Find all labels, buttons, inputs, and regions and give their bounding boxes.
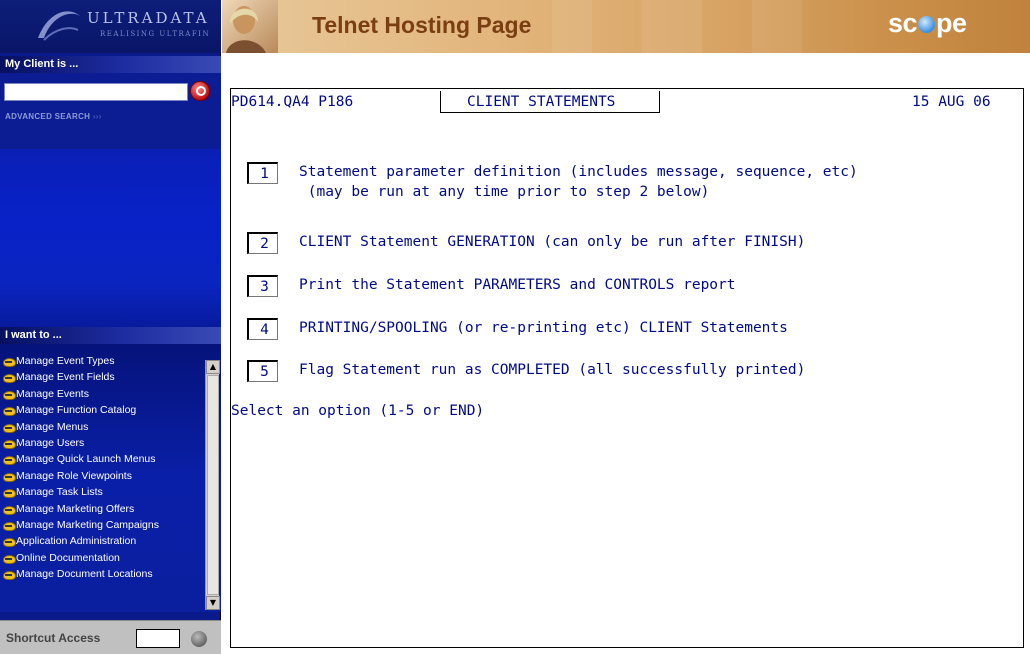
page-header: Telnet Hosting Page sc pe [222, 0, 1030, 53]
task-menu-item-label: Manage Events [16, 387, 89, 400]
logo-tagline: REALISING ULTRAFIN [100, 30, 211, 38]
hardhat-icon [2, 373, 16, 384]
option-text: Flag Statement run as COMPLETED (all suc… [299, 362, 806, 378]
task-menu-item-label: Manage Document Locations [16, 568, 153, 581]
option-key-box[interactable]: 4 [247, 318, 278, 340]
task-menu-item[interactable]: Online Documentation [2, 551, 204, 564]
task-menu-item-label: Application Administration [16, 535, 137, 548]
screen-title: CLIENT STATEMENTS [467, 94, 616, 110]
sidebar-spacer [0, 149, 221, 327]
client-search-input[interactable] [4, 83, 188, 101]
option-text: CLIENT Statement GENERATION (can only be… [299, 234, 806, 250]
option-number: 3 [260, 279, 269, 295]
globe-icon [918, 16, 936, 33]
scope-logo: sc pe [888, 8, 967, 39]
logo-brand-text: ULTRADATA [87, 9, 210, 27]
task-menu-item[interactable]: Manage Events [2, 387, 204, 400]
task-menu-item[interactable]: Manage Document Locations [2, 568, 204, 581]
task-menu-item-label: Manage Role Viewpoints [16, 469, 132, 482]
hardhat-icon [2, 521, 16, 531]
scope-logo-suffix: pe [936, 8, 967, 38]
option-number: 1 [260, 166, 269, 182]
shortcut-access-label: Shortcut Access [6, 631, 101, 645]
task-menu-item[interactable]: Application Administration [2, 535, 204, 548]
option-prompt: Select an option (1-5 or END) [231, 403, 485, 419]
hardhat-icon [2, 439, 16, 449]
task-menu-item[interactable]: Manage Function Catalog [2, 404, 204, 417]
task-menu-item-label: Manage Menus [16, 420, 89, 433]
task-menu-item-label: Manage Function Catalog [16, 404, 137, 417]
option-text: Statement parameter definition (includes… [299, 164, 858, 180]
scroll-thumb[interactable] [207, 375, 219, 595]
hardhat-icon [2, 537, 16, 548]
header-band [642, 0, 702, 53]
hardhat-icon [2, 488, 16, 499]
task-menu-panel: Manage Event Types Manage Event Fields Man… [0, 344, 221, 612]
hardhat-icon [2, 390, 16, 400]
task-menu-item-label: Manage Users [16, 436, 85, 449]
client-search-panel: ADVANCED SEARCH ››› [0, 73, 221, 149]
task-menu-item-label: Manage Event Fields [16, 371, 115, 384]
option-key-box[interactable]: 2 [247, 232, 278, 254]
task-menu-item[interactable]: Manage Marketing Offers [2, 502, 204, 515]
advanced-search-link[interactable]: ADVANCED SEARCH ››› [5, 112, 102, 121]
scroll-down-arrow-icon[interactable]: ▼ [206, 596, 220, 610]
option-number: 5 [260, 364, 269, 380]
shortcut-access-bar: Shortcut Access [0, 620, 221, 654]
hardhat-icon [2, 455, 16, 466]
hardhat-icon [2, 423, 16, 433]
shortcut-access-input[interactable] [136, 629, 180, 648]
hardhat-icon [2, 570, 16, 581]
advanced-search-label: ADVANCED SEARCH [5, 112, 91, 121]
portrait-illustration [226, 6, 266, 53]
scope-logo-prefix: sc [888, 8, 918, 38]
task-menu-item-label: Manage Event Types [16, 355, 115, 367]
option-key-box[interactable]: 5 [247, 360, 278, 382]
ultradata-swoosh-icon [38, 11, 80, 41]
option-text: PRINTING/SPOOLING (or re-printing etc) C… [299, 320, 788, 336]
header-band [752, 0, 802, 53]
program-id: PD614.QA4 P186 [231, 94, 354, 110]
hardhat-icon [2, 357, 16, 367]
page-title: Telnet Hosting Page [312, 12, 532, 38]
task-menu-item[interactable]: Manage Marketing Campaigns [2, 518, 204, 531]
task-menu-item-label: Manage Marketing Campaigns [16, 518, 159, 531]
task-menu-item-label: Manage Task Lists [16, 486, 103, 499]
task-menu-item-label: Manage Quick Launch Menus [16, 453, 156, 466]
task-menu-item[interactable]: Manage Event Fields [2, 371, 204, 384]
chevrons-right-icon: ››› [92, 112, 102, 121]
hardhat-icon [2, 406, 16, 417]
client-search-button[interactable] [190, 81, 210, 101]
hardhat-icon [2, 554, 16, 564]
hardhat-icon [2, 472, 16, 482]
option-key-box[interactable]: 3 [247, 275, 278, 297]
task-menu-item[interactable]: Manage Menus [2, 420, 204, 433]
hardhat-icon [2, 505, 16, 515]
option-number: 4 [260, 322, 269, 338]
sidebar: ULTRADATA REALISING ULTRAFIN My Client i… [0, 0, 221, 654]
task-menu-item-label: Online Documentation [16, 551, 120, 564]
header-band [552, 0, 592, 53]
task-menu-item[interactable]: Manage Role Viewpoints [2, 469, 204, 482]
task-menu-list: Manage Event Types Manage Event Fields Man… [2, 356, 204, 585]
task-menu-item[interactable]: Manage Task Lists [2, 486, 204, 499]
task-menu-item-label: Manage Marketing Offers [16, 502, 135, 515]
option-number: 2 [260, 236, 269, 252]
my-client-header: My Client is ... [0, 56, 221, 73]
task-menu-item[interactable]: Manage Quick Launch Menus [2, 453, 204, 466]
option-key-box[interactable]: 1 [247, 162, 278, 184]
task-menu-item[interactable]: Manage Event Types [2, 356, 204, 367]
header-portrait-image [222, 0, 278, 53]
telnet-terminal[interactable]: PD614.QA4 P186 CLIENT STATEMENTS 15 AUG … [230, 88, 1024, 648]
scroll-up-arrow-icon[interactable]: ▲ [206, 360, 220, 374]
menu-scrollbar[interactable]: ▲ ▼ [205, 360, 220, 610]
task-menu-item[interactable]: Manage Users [2, 436, 204, 449]
option-text: Print the Statement PARAMETERS and CONTR… [299, 277, 736, 293]
i-want-to-header: I want to ... [0, 327, 221, 344]
screen-date: 15 AUG 06 [912, 94, 991, 110]
shortcut-search-icon[interactable] [191, 631, 207, 647]
ultradata-logo: ULTRADATA REALISING ULTRAFIN [0, 0, 221, 53]
option-text: (may be run at any time prior to step 2 … [299, 184, 710, 200]
